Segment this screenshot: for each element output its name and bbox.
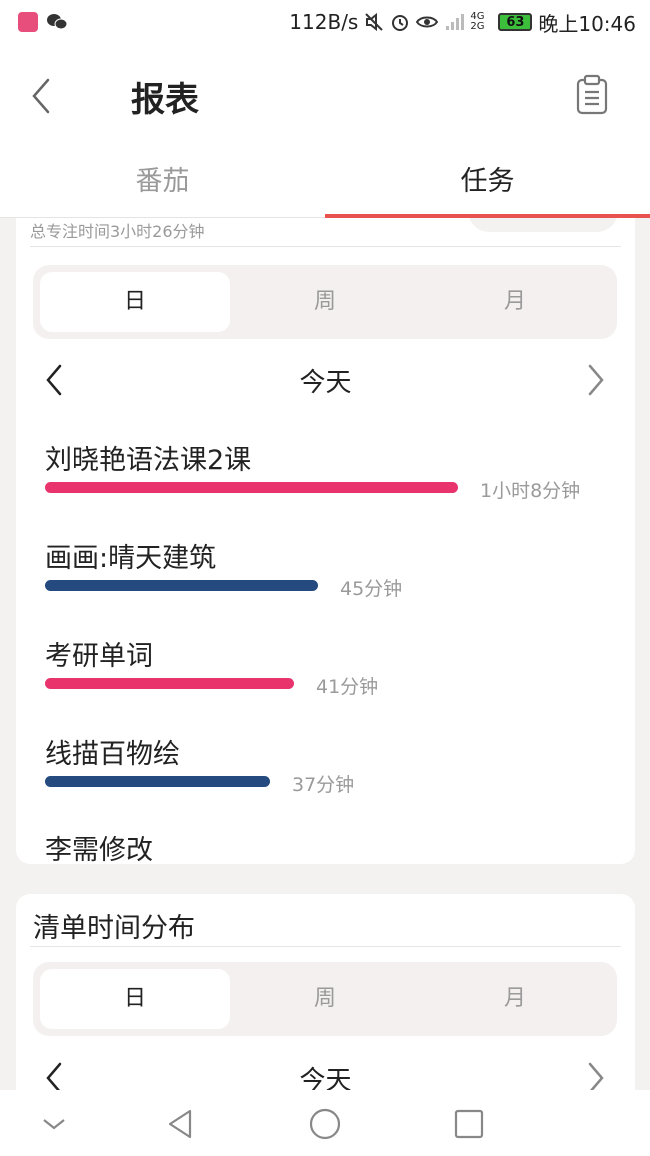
task-time-card: 总专注时间3小时26分钟 日 周 月 今天 刘晓艳语法课2课 1小时8分钟 画画… <box>16 218 635 864</box>
wechat-icon <box>47 14 68 30</box>
task-duration: 1小时8分钟 <box>480 480 581 502</box>
tab-tasks[interactable]: 任务 <box>325 152 650 218</box>
task-bar <box>45 482 458 493</box>
period-segmented-control: 日 周 月 <box>33 962 617 1036</box>
task-name: 线描百物绘 <box>45 739 180 770</box>
task-item[interactable]: 画画:晴天建筑 45分钟 <box>45 536 625 616</box>
alarm-icon <box>392 15 409 31</box>
clipboard-icon[interactable] <box>574 74 610 116</box>
divider <box>30 246 621 247</box>
segment-month[interactable]: 月 <box>420 969 610 1029</box>
app-header: 报表 <box>0 44 650 152</box>
date-navigator: 今天 <box>16 1054 635 1094</box>
system-nav-bar <box>0 1090 650 1156</box>
app-notification-icon <box>18 12 38 32</box>
chevron-left-icon[interactable] <box>24 74 60 118</box>
task-name: 画画:晴天建筑 <box>45 543 217 574</box>
task-bar <box>45 678 294 689</box>
recents-square-icon[interactable] <box>449 1104 489 1144</box>
total-focus-time: 总专注时间3小时26分钟 <box>30 222 205 241</box>
divider <box>30 946 621 947</box>
back-triangle-icon[interactable] <box>160 1104 200 1144</box>
task-item[interactable]: 线描百物绘 37分钟 <box>45 732 625 812</box>
eye-icon <box>416 16 439 28</box>
status-right: 112B/s 4G 2G 63 晚上10:46 <box>289 8 636 37</box>
chevron-right-icon[interactable] <box>584 360 608 400</box>
task-name: 李需修改 <box>45 835 153 864</box>
task-item[interactable]: 刘晓艳语法课2课 1小时8分钟 <box>45 438 625 518</box>
status-bar: 112B/s 4G 2G 63 晚上10:46 <box>0 0 650 44</box>
task-bar <box>45 776 270 787</box>
date-label: 今天 <box>299 368 352 398</box>
mute-icon <box>365 12 384 32</box>
segment-week[interactable]: 周 <box>230 969 420 1029</box>
net-speed: 112B/s <box>289 10 359 34</box>
status-time: 晚上10:46 <box>538 11 636 36</box>
battery-icon: 63 <box>498 13 533 31</box>
chevron-right-icon[interactable] <box>584 1058 608 1094</box>
home-circle-icon[interactable] <box>305 1104 345 1144</box>
segment-day[interactable]: 日 <box>40 969 230 1029</box>
report-tabs: 番茄 任务 <box>0 152 650 218</box>
card-title: 清单时间分布 <box>33 913 195 944</box>
date-navigator: 今天 <box>16 356 635 406</box>
page-title: 报表 <box>131 80 199 120</box>
card-action-pill[interactable] <box>468 218 618 232</box>
task-item[interactable]: 考研单词 41分钟 <box>45 634 625 714</box>
task-duration: 41分钟 <box>316 676 379 698</box>
segment-week[interactable]: 周 <box>230 272 420 332</box>
task-duration: 45分钟 <box>340 578 403 600</box>
task-item[interactable]: 李需修改 <box>45 828 625 864</box>
task-bar <box>45 580 318 591</box>
status-left <box>18 12 68 32</box>
chevron-down-icon[interactable] <box>34 1104 74 1144</box>
task-duration: 37分钟 <box>292 774 355 796</box>
segment-month[interactable]: 月 <box>420 272 610 332</box>
list-distribution-card: 清单时间分布 日 周 月 今天 <box>16 894 635 1094</box>
date-label: 今天 <box>299 1066 352 1094</box>
task-name: 刘晓艳语法课2课 <box>45 445 252 476</box>
period-segmented-control: 日 周 月 <box>33 265 617 339</box>
tab-pomodoro[interactable]: 番茄 <box>0 152 325 217</box>
signal-icon <box>446 14 465 30</box>
network-type: 4G 2G <box>470 11 485 32</box>
segment-day[interactable]: 日 <box>40 272 230 332</box>
task-name: 考研单词 <box>45 641 153 672</box>
